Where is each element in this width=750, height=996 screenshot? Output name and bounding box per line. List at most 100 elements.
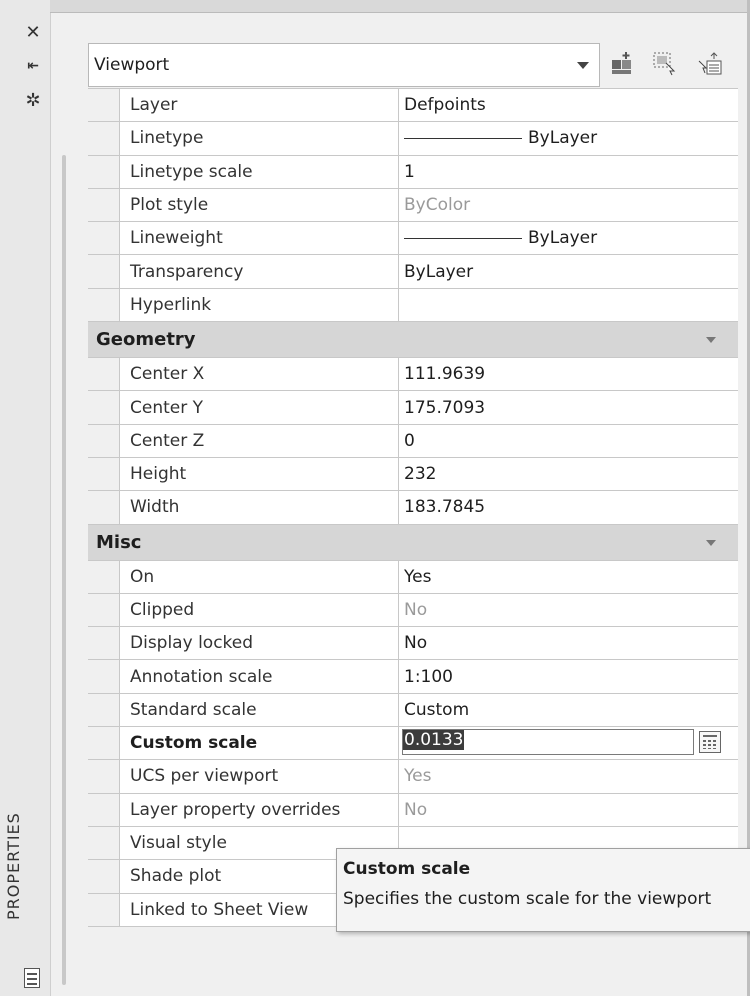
property-value-text: ByLayer — [528, 128, 598, 149]
row-gutter — [88, 560, 120, 593]
row-gutter — [88, 660, 120, 693]
property-row[interactable]: Layer Defpoints — [88, 89, 738, 123]
property-row[interactable]: Lineweight ByLayer — [88, 222, 738, 256]
palette-header — [50, 0, 750, 13]
property-row[interactable]: Transparency ByLayer — [88, 255, 738, 289]
property-value[interactable]: No — [399, 594, 738, 626]
property-value[interactable]: No — [399, 627, 738, 659]
property-name: On — [120, 560, 399, 593]
property-row[interactable]: Custom scale 0.0133 — [88, 727, 738, 761]
property-name: Layer — [120, 89, 399, 122]
row-gutter — [88, 593, 120, 627]
property-row[interactable]: Center Y 175.7093 — [88, 391, 738, 425]
property-name: Center Z — [120, 424, 399, 457]
row-gutter — [88, 893, 120, 926]
property-value[interactable]: 232 — [399, 458, 738, 490]
property-row[interactable]: Standard scale Custom — [88, 693, 738, 728]
row-gutter — [88, 288, 120, 322]
calculator-icon[interactable] — [699, 731, 721, 754]
row-gutter — [88, 89, 120, 122]
selected-text: 0.0133 — [403, 730, 465, 751]
properties-panel-icon[interactable] — [24, 968, 40, 988]
row-gutter — [88, 155, 120, 188]
property-tooltip: Custom scale Specifies the custom scale … — [336, 848, 750, 932]
palette-scrollbar[interactable] — [62, 155, 66, 985]
row-gutter — [88, 457, 120, 491]
property-name: Transparency — [120, 255, 399, 288]
tooltip-title: Custom scale — [343, 859, 471, 879]
row-gutter — [88, 627, 120, 660]
row-gutter — [88, 826, 120, 860]
collapse-chevron-icon[interactable] — [706, 539, 716, 546]
property-row[interactable]: Linetype scale 1 — [88, 155, 738, 189]
property-value[interactable]: ByColor — [399, 189, 738, 221]
property-name: Annotation scale — [120, 660, 399, 693]
property-row[interactable]: Center X 111.9639 — [88, 358, 738, 392]
row-gutter — [88, 693, 120, 727]
property-value[interactable]: ByLayer — [399, 122, 738, 154]
property-row[interactable]: Layer property overrides No — [88, 793, 738, 827]
row-gutter — [88, 491, 120, 524]
property-name: Center X — [120, 358, 399, 391]
property-row[interactable]: Display locked No — [88, 627, 738, 661]
row-gutter — [88, 222, 120, 255]
row-gutter — [88, 793, 120, 826]
property-value[interactable]: 0 — [399, 425, 738, 457]
property-value[interactable]: 111.9639 — [399, 358, 738, 390]
property-value[interactable]: 1:100 — [399, 660, 738, 692]
tooltip-body: Specifies the custom scale for the viewp… — [343, 889, 712, 909]
property-name: Plot style — [120, 188, 399, 222]
property-value[interactable]: Yes — [399, 760, 738, 792]
collapse-chevron-icon[interactable] — [706, 337, 716, 344]
property-name: Linetype scale — [120, 155, 399, 188]
section-misc[interactable]: Misc — [88, 524, 738, 561]
toggle-pickadd-icon[interactable] — [698, 51, 724, 77]
property-value[interactable]: 0.0133 — [399, 727, 738, 759]
row-gutter — [88, 188, 120, 222]
section-geometry[interactable]: Geometry — [88, 322, 738, 359]
property-name: Clipped — [120, 593, 399, 627]
property-row[interactable]: Height 232 — [88, 457, 738, 492]
property-row[interactable]: Hyperlink — [88, 288, 738, 323]
settings-icon[interactable]: ✲ — [23, 90, 43, 111]
row-gutter — [88, 424, 120, 457]
row-gutter — [88, 255, 120, 288]
row-gutter — [88, 727, 120, 760]
property-row[interactable]: Width 183.7845 — [88, 491, 738, 525]
property-row[interactable]: Clipped No — [88, 593, 738, 628]
property-row[interactable]: Annotation scale 1:100 — [88, 660, 738, 694]
close-icon[interactable]: ✕ — [23, 22, 43, 43]
object-type-value: Viewport — [94, 55, 170, 75]
property-name: Center Y — [120, 391, 399, 424]
select-objects-icon[interactable] — [652, 51, 678, 77]
property-value[interactable]: ByLayer — [399, 222, 738, 254]
property-value[interactable]: 183.7845 — [399, 491, 738, 523]
quick-select-icon[interactable] — [610, 51, 636, 77]
object-type-dropdown[interactable]: Viewport — [88, 43, 600, 87]
property-row[interactable]: On Yes — [88, 560, 738, 594]
property-value[interactable]: Custom — [399, 694, 738, 726]
property-value[interactable]: ByLayer — [399, 255, 738, 287]
property-row[interactable]: Plot style ByColor — [88, 188, 738, 223]
property-value[interactable]: Yes — [399, 561, 738, 593]
property-name: Height — [120, 457, 399, 491]
property-name: Standard scale — [120, 693, 399, 727]
line-swatch — [404, 137, 522, 139]
property-value[interactable]: 175.7093 — [399, 391, 738, 423]
autohide-icon[interactable]: ⇤ — [23, 56, 43, 76]
property-value[interactable]: Defpoints — [399, 89, 738, 121]
chevron-down-icon[interactable] — [577, 62, 589, 69]
property-value[interactable]: 1 — [399, 156, 738, 188]
property-row[interactable]: Linetype ByLayer — [88, 122, 738, 156]
property-value[interactable]: No — [399, 794, 738, 826]
line-swatch — [404, 237, 522, 239]
custom-scale-input[interactable]: 0.0133 — [402, 729, 694, 756]
row-gutter — [88, 358, 120, 391]
property-name: Lineweight — [120, 222, 399, 255]
palette-title: PROPERTIES — [4, 812, 23, 920]
property-row[interactable]: UCS per viewport Yes — [88, 760, 738, 794]
property-value[interactable] — [399, 289, 738, 321]
property-name: UCS per viewport — [120, 760, 399, 793]
row-gutter — [88, 760, 120, 793]
property-row[interactable]: Center Z0 — [88, 424, 738, 458]
